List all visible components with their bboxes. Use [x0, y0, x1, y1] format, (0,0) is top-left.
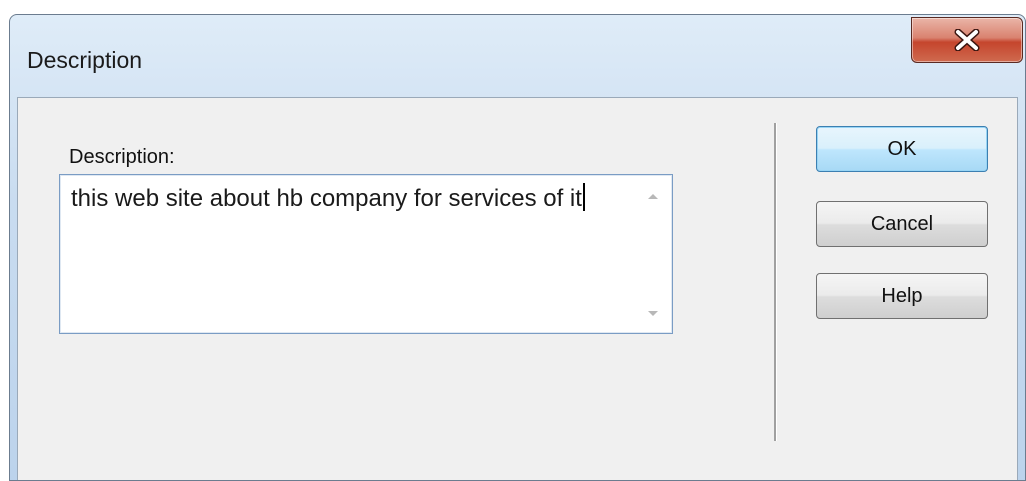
ok-button[interactable]: OK	[816, 126, 988, 172]
description-text: this web site about hb company for servi…	[71, 183, 611, 214]
dialog-body: Description: this web site about hb comp…	[17, 97, 1018, 480]
title-bar[interactable]: Description	[10, 15, 1025, 95]
window-title: Description	[27, 47, 143, 73]
scroll-up-arrow-icon	[647, 187, 659, 205]
scroll-down-arrow-icon	[647, 305, 659, 323]
help-button[interactable]: Help	[816, 273, 988, 319]
description-value: this web site about hb company for servi…	[71, 185, 582, 212]
close-x-icon	[954, 29, 980, 51]
cancel-button[interactable]: Cancel	[816, 201, 988, 247]
vertical-separator	[774, 123, 776, 441]
description-dialog: Description Description: this web site a…	[9, 14, 1026, 481]
text-caret	[582, 183, 585, 211]
scroll-down-button[interactable]	[636, 301, 670, 327]
description-label: Description:	[69, 146, 175, 168]
description-textarea[interactable]: this web site about hb company for servi…	[59, 174, 673, 334]
scroll-up-button[interactable]	[636, 183, 670, 209]
close-button[interactable]	[911, 17, 1023, 63]
vertical-scrollbar[interactable]	[636, 177, 670, 331]
